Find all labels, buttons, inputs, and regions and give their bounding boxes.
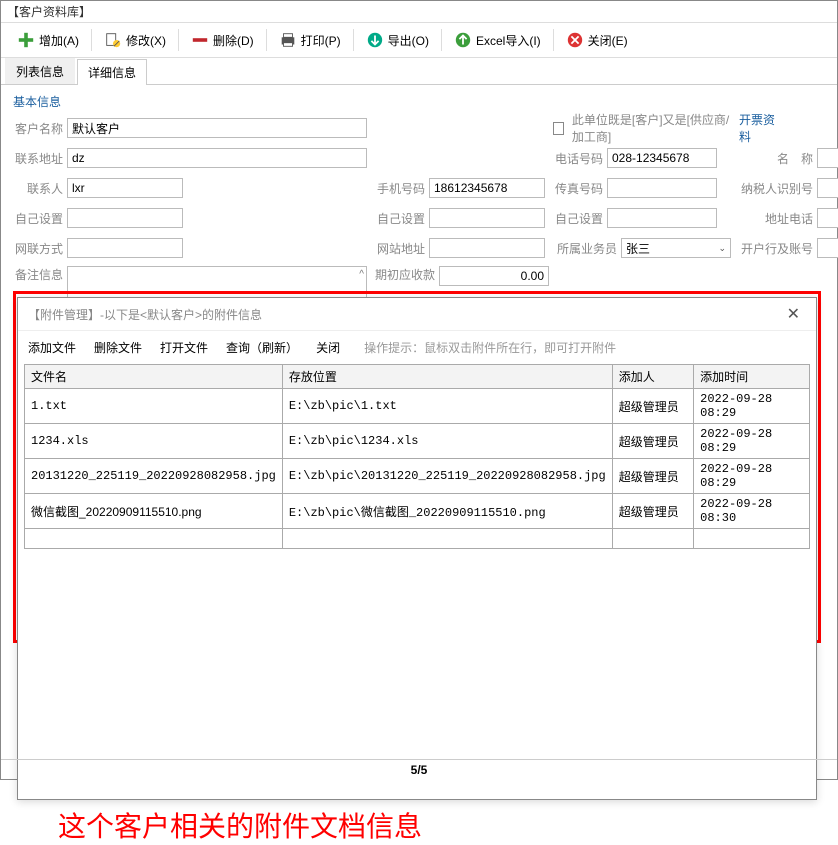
dialog-close-button[interactable]: ✕ — [781, 304, 806, 324]
website-input[interactable] — [429, 238, 545, 258]
plus-icon — [17, 31, 35, 49]
self1-input[interactable] — [67, 208, 183, 228]
export-button[interactable]: 导出(O) — [358, 27, 437, 53]
chevron-down-icon: ⌄ — [718, 243, 726, 254]
mobile-input[interactable] — [429, 178, 545, 198]
close-button[interactable]: 关闭(E) — [558, 27, 636, 53]
delete-button[interactable]: 删除(D) — [183, 27, 262, 53]
contact-person-input[interactable] — [67, 178, 183, 198]
window-title: 【客户资料库】 — [1, 1, 837, 23]
detail-form: 基本信息 客户名称 联系地址 联系人 自己设置 网联方式 手机号码 自己设置 网… — [1, 85, 837, 310]
add-file-button[interactable]: 添加文件 — [28, 339, 76, 356]
print-button[interactable]: 打印(P) — [271, 27, 349, 53]
tax-id-input[interactable] — [817, 178, 838, 198]
table-row[interactable]: 1234.xlsE:\zb\pic\1234.xls超级管理员2022-09-2… — [25, 424, 810, 459]
tab-detail-info[interactable]: 详细信息 — [77, 59, 147, 85]
col-filename[interactable]: 文件名 — [25, 365, 283, 389]
table-row[interactable]: 1.txtE:\zb\pic\1.txt超级管理员2022-09-28 08:2… — [25, 389, 810, 424]
close-circle-icon — [566, 31, 584, 49]
table-row[interactable]: 20131220_225119_20220928082958.jpgE:\zb\… — [25, 459, 810, 494]
import-icon — [454, 31, 472, 49]
unit-both-checkbox[interactable] — [553, 122, 564, 135]
edit-icon — [104, 31, 122, 49]
addr-phone-input[interactable] — [817, 208, 838, 228]
dialog-title-text: 【附件管理】-以下是<默认客户>的附件信息 — [28, 306, 262, 323]
self3-input[interactable] — [607, 208, 717, 228]
contact-addr-input[interactable] — [67, 148, 367, 168]
printer-icon — [279, 31, 297, 49]
col-adder[interactable]: 添加人 — [612, 365, 693, 389]
main-toolbar: 增加(A) 修改(X) 删除(D) 打印(P) 导出(O) Excel导入(I) — [1, 23, 837, 58]
sales-select[interactable]: 张三⌄ — [621, 238, 731, 258]
main-window: 【客户资料库】 增加(A) 修改(X) 删除(D) 打印(P) 导出(O) — [0, 0, 838, 780]
add-button[interactable]: 增加(A) — [9, 27, 87, 53]
phone-input[interactable] — [607, 148, 717, 168]
minus-icon — [191, 31, 209, 49]
basic-info-group: 基本信息 — [13, 93, 61, 110]
attachment-dialog: 【附件管理】-以下是<默认客户>的附件信息 ✕ 添加文件 删除文件 打开文件 查… — [17, 297, 817, 800]
chevron-up-icon[interactable]: ^ — [359, 269, 364, 280]
excel-import-button[interactable]: Excel导入(I) — [446, 27, 549, 53]
init-receivable-input[interactable] — [439, 266, 549, 286]
table-row[interactable] — [25, 529, 810, 549]
tab-list-info[interactable]: 列表信息 — [5, 58, 75, 84]
operation-hint: 操作提示：鼠标双击附件所在行，即可打开附件 — [364, 339, 616, 356]
col-time[interactable]: 添加时间 — [694, 365, 810, 389]
customer-name-input[interactable] — [67, 118, 367, 138]
fax-input[interactable] — [607, 178, 717, 198]
red-annotation-text: 这个客户相关的附件文档信息 — [58, 805, 422, 845]
bank-acct-input[interactable] — [817, 238, 838, 258]
col-path[interactable]: 存放位置 — [282, 365, 612, 389]
dialog-close-link[interactable]: 关闭 — [316, 339, 340, 356]
invoice-name-input[interactable] — [817, 148, 838, 168]
self2-input[interactable] — [429, 208, 545, 228]
open-file-button[interactable]: 打开文件 — [160, 339, 208, 356]
export-icon — [366, 31, 384, 49]
edit-button[interactable]: 修改(X) — [96, 27, 174, 53]
status-bar: 5/5 — [1, 759, 837, 779]
query-refresh-button[interactable]: 查询（刷新） — [226, 339, 298, 356]
record-counter: 5/5 — [411, 763, 428, 777]
table-row[interactable]: 微信截图_20220909115510.pngE:\zb\pic\微信截图_20… — [25, 494, 810, 529]
delete-file-button[interactable]: 删除文件 — [94, 339, 142, 356]
tab-bar: 列表信息 详细信息 — [1, 58, 837, 85]
attachment-table: 文件名 存放位置 添加人 添加时间 1.txtE:\zb\pic\1.txt超级… — [24, 364, 810, 549]
net-contact-input[interactable] — [67, 238, 183, 258]
